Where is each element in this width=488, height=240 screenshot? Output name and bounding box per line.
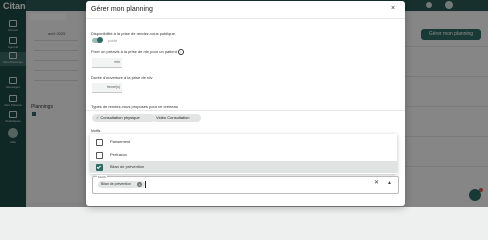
notice-input[interactable]: min — [92, 58, 122, 68]
option-bilan-prevention[interactable]: Bilan de prévention — [90, 161, 397, 173]
availability-label: Disponibilité à la prise de rendez-vous … — [91, 31, 175, 36]
check-icon: ✓ — [96, 115, 100, 120]
clear-icon[interactable]: ✕ — [374, 179, 379, 186]
close-icon[interactable]: × — [391, 5, 395, 12]
toggle-knob — [97, 37, 103, 43]
motifs-label: Motifs — [91, 129, 101, 133]
manage-planning-dialog: Gérer mon planning × Disponibilité à la … — [86, 1, 405, 206]
checkbox-checked[interactable] — [96, 164, 103, 171]
opening-input[interactable]: heure(s) — [92, 83, 122, 93]
chevron-up-icon[interactable]: ▲ — [387, 180, 392, 186]
dialog-title: Gérer mon planning — [91, 6, 153, 13]
option-pansement[interactable]: Pansement — [90, 136, 397, 148]
info-icon[interactable]: i — [177, 49, 184, 55]
opening-label: Durée d'ouverture à la prise de rdv — [91, 75, 153, 80]
motifs-dropdown: Pansement Perfusion Bilan de prévention — [90, 134, 397, 174]
types-label: Types de rendez-vous proposés pour ce cr… — [91, 104, 178, 109]
chip-video-consultation[interactable]: Vidéo Consultation — [152, 114, 201, 122]
selected-tag: Bilan de prévention × — [98, 181, 145, 188]
availability-toggle[interactable] — [92, 37, 103, 43]
notice-label: Fixer un préavis à la prise de rdv pour … — [91, 49, 184, 55]
checkbox[interactable] — [96, 152, 103, 159]
opening-unit: heure(s) — [106, 85, 120, 89]
tag-remove-icon[interactable]: × — [137, 182, 142, 187]
notice-unit: min — [114, 60, 120, 64]
availability-status: publié — [108, 39, 118, 43]
text-caret — [145, 181, 146, 188]
chip-physical-consultation[interactable]: ✓Consultation physique — [92, 114, 155, 122]
divider — [86, 18, 405, 19]
motifs-autocomplete[interactable]: Motifs Bilan de prévention × ✕ ▲ — [92, 175, 399, 194]
option-perfusion[interactable]: Perfusion — [90, 149, 397, 161]
checkbox[interactable] — [96, 139, 103, 146]
autocomplete-label: Motifs — [97, 175, 108, 179]
